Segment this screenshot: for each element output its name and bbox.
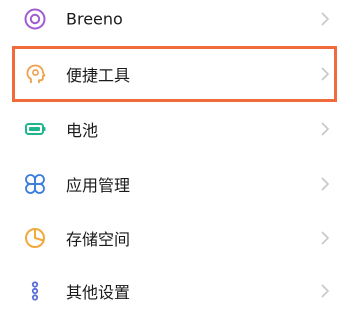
chevron-right-icon xyxy=(320,66,330,82)
chevron-right-icon xyxy=(320,283,330,299)
settings-item-label: 存储空间 xyxy=(66,230,131,249)
chevron-right-icon xyxy=(320,230,330,246)
app-management-icon xyxy=(22,171,48,197)
settings-item-battery[interactable]: 电池 xyxy=(0,104,350,154)
settings-item-label: Breeno xyxy=(66,9,123,29)
other-settings-icon xyxy=(22,278,48,304)
storage-icon xyxy=(22,225,48,251)
settings-item-breeno[interactable]: Breeno xyxy=(0,0,350,44)
convenience-tools-icon xyxy=(22,61,48,87)
settings-list: Breeno 便捷工具 电池 应用管理 存储空间 其他设置 xyxy=(0,0,350,309)
chevron-right-icon xyxy=(320,121,330,137)
breeno-icon xyxy=(22,6,48,32)
settings-item-storage[interactable]: 存储空间 xyxy=(0,213,350,263)
settings-item-app-management[interactable]: 应用管理 xyxy=(0,159,350,209)
chevron-right-icon xyxy=(320,176,330,192)
settings-item-convenience-tools[interactable]: 便捷工具 xyxy=(0,49,350,99)
settings-item-other-settings[interactable]: 其他设置 xyxy=(0,266,350,309)
settings-item-label: 其他设置 xyxy=(66,283,131,302)
settings-item-label: 应用管理 xyxy=(66,176,131,195)
battery-icon xyxy=(22,116,48,142)
chevron-right-icon xyxy=(320,11,330,27)
settings-item-label: 电池 xyxy=(66,121,99,140)
settings-item-label: 便捷工具 xyxy=(66,66,131,85)
